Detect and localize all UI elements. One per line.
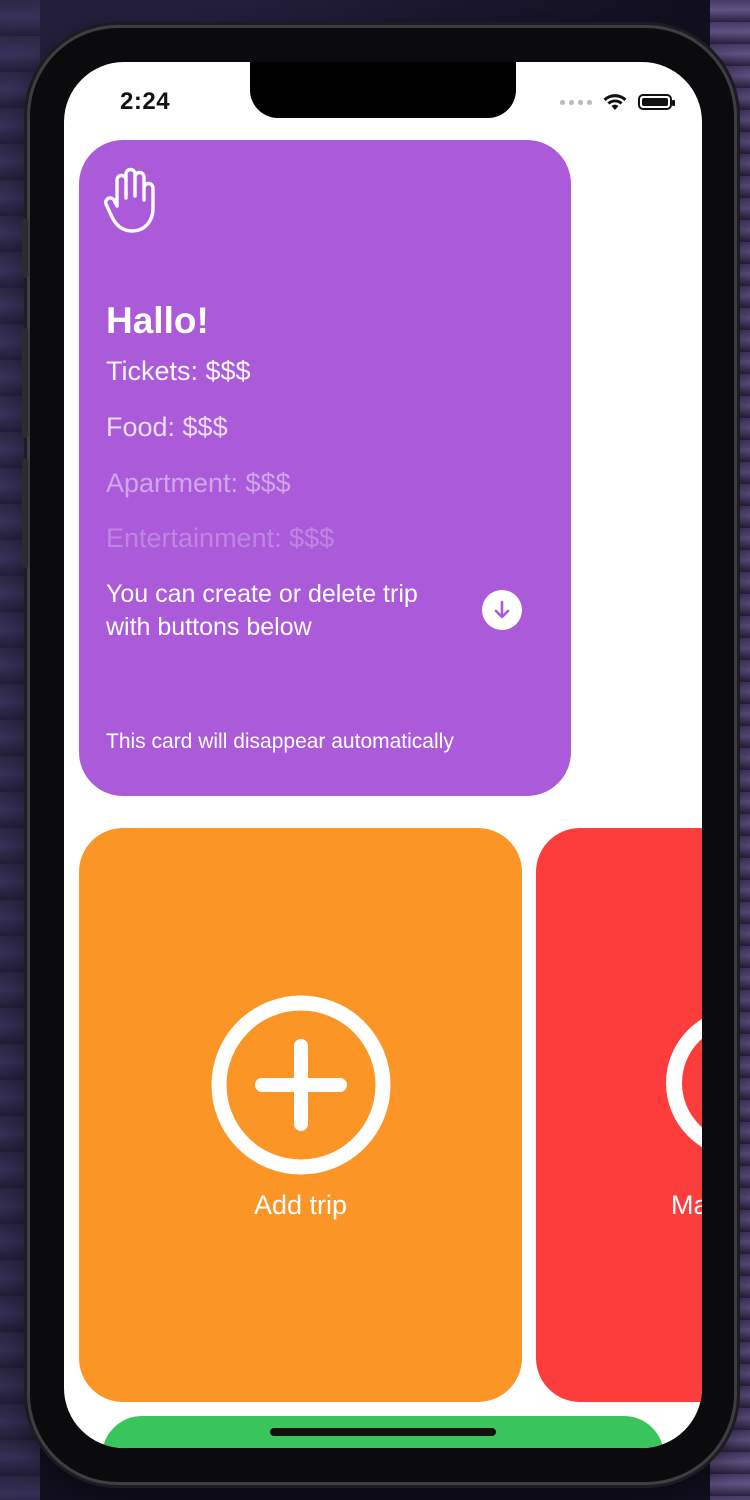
status-bar: 2:24 <box>64 62 702 132</box>
manage-trips-button[interactable]: Ma <box>536 828 702 1402</box>
mute-switch <box>22 218 28 278</box>
add-trip-button[interactable]: Add trip <box>79 828 522 1402</box>
cost-line-entertainment: Entertainment: $$$ <box>106 523 335 553</box>
status-icons <box>560 92 675 112</box>
hand-raised-icon <box>104 167 155 233</box>
arrow-down-circle-icon[interactable] <box>482 590 522 630</box>
cellular-icon <box>560 99 592 105</box>
cost-line-tickets: Tickets: $$$ <box>106 356 251 386</box>
phone-screen: 2:24 Hallo! Tickets: $$$ Food: $$$ Apart… <box>64 62 702 1448</box>
circle-icon <box>666 1008 702 1158</box>
card-footnote: This card will disappear automatically <box>106 730 454 753</box>
notch <box>250 62 516 118</box>
battery-icon <box>638 94 675 110</box>
status-time: 2:24 <box>120 88 171 115</box>
cost-line-food: Food: $$$ <box>106 412 228 442</box>
home-indicator[interactable] <box>270 1428 496 1436</box>
volume-down-button <box>22 458 28 568</box>
hint-text: You can create or delete trip with butto… <box>106 580 418 641</box>
wifi-icon <box>603 94 627 110</box>
manage-label: Ma <box>671 1190 702 1220</box>
plus-circle-icon <box>211 995 391 1175</box>
add-trip-label: Add trip <box>253 1190 348 1220</box>
cost-line-apartment: Apartment: $$$ <box>106 468 291 498</box>
card-title: Hallo! <box>106 300 209 341</box>
volume-up-button <box>22 328 28 438</box>
welcome-card: Hallo! Tickets: $$$ Food: $$$ Apartment:… <box>79 140 571 796</box>
